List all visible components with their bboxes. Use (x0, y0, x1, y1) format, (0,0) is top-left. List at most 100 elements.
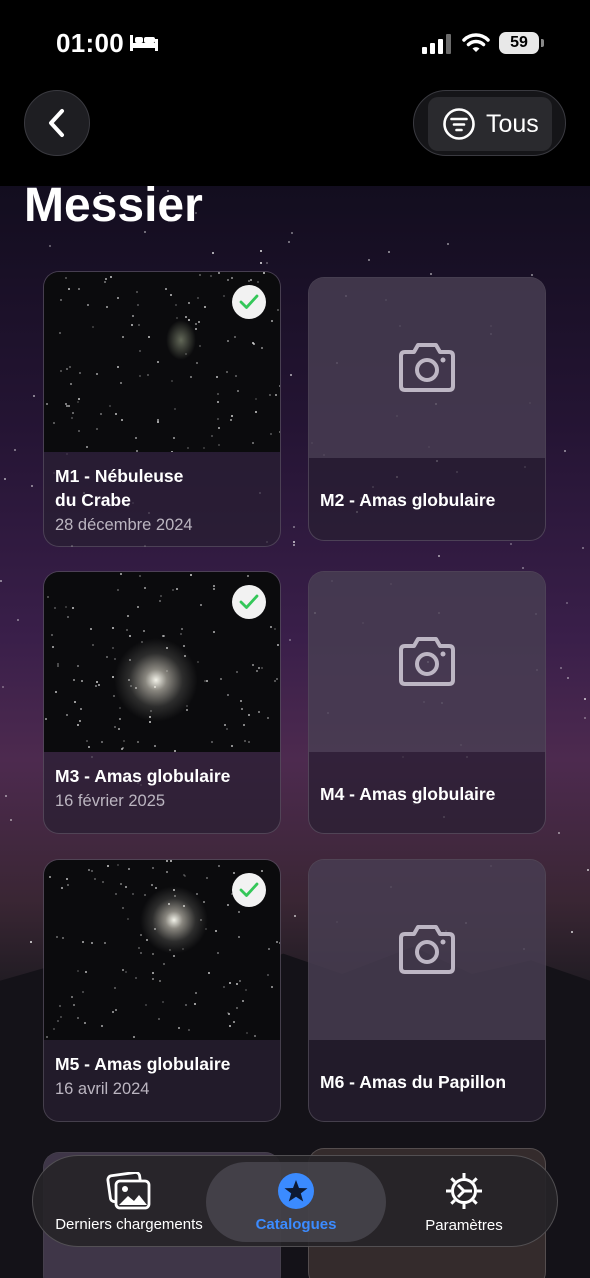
photo-star (57, 665, 60, 668)
photo-star (54, 606, 57, 609)
photo-star (135, 449, 138, 452)
photo-star (122, 969, 125, 972)
gear-icon (446, 1172, 482, 1209)
catalogue-card[interactable]: M2 - Amas globulaire (308, 277, 546, 541)
star (368, 259, 371, 262)
photo-star (185, 316, 188, 319)
photo-star (267, 973, 270, 976)
catalogue-card[interactable]: M5 - Amas globulaire 16 avril 2024 (43, 859, 281, 1122)
catalogue-card[interactable]: M1 - Nébuleuse du Crabe 28 décembre 2024 (43, 271, 281, 547)
photo-star (233, 1021, 236, 1024)
card-title: M5 - Amas globulaire (55, 1054, 231, 1074)
photo-star (212, 587, 215, 590)
photo-star (132, 314, 135, 317)
photo-star (183, 644, 186, 647)
photo-star (103, 281, 106, 284)
photo-star (76, 969, 79, 972)
photo-star (216, 401, 219, 404)
catalogue-card[interactable]: M4 - Amas globulaire (308, 571, 546, 834)
photo-star (85, 445, 88, 448)
photo-star (217, 426, 220, 429)
star (4, 477, 7, 480)
photo-star (145, 1004, 148, 1006)
star (581, 546, 584, 549)
photo-star (244, 740, 247, 743)
photo-star (81, 990, 84, 993)
card-date: 16 février 2025 (55, 792, 166, 810)
photo-star (48, 875, 51, 878)
photo-star (170, 860, 173, 863)
photo-star (76, 664, 79, 667)
photo-star (232, 871, 235, 874)
card-title: M6 - Amas du Papillon (320, 1072, 507, 1092)
photo-star (90, 627, 93, 630)
photo-star (60, 887, 63, 890)
photo-star (73, 701, 76, 704)
photo-star (67, 884, 70, 887)
photo-star (215, 929, 218, 932)
photo-star (73, 1003, 76, 1006)
star (387, 251, 390, 254)
photo-star (275, 678, 278, 681)
tab-parametres[interactable]: Paramètres (389, 1156, 539, 1248)
photo-star (137, 946, 140, 949)
filter-button-inner: Tous (428, 97, 552, 151)
photo-star (235, 1007, 238, 1010)
photo-star (122, 336, 125, 339)
photo-star (236, 983, 239, 986)
photo-star (197, 296, 200, 299)
photo-star (175, 316, 178, 319)
back-button[interactable] (24, 90, 90, 156)
catalogue-card[interactable]: M3 - Amas globulaire 16 février 2025 (43, 571, 281, 834)
photo-star (186, 447, 189, 450)
photo-star (138, 349, 141, 352)
photo-star (260, 666, 263, 669)
tab-catalogues[interactable]: Catalogues (206, 1162, 386, 1242)
photo-star (91, 644, 94, 647)
photo-star (199, 345, 202, 348)
star (289, 638, 292, 641)
photo-star (111, 647, 114, 650)
photo-star (150, 884, 153, 887)
photo-star (90, 942, 93, 944)
photo-star (226, 728, 229, 731)
photo-star (79, 707, 82, 710)
photo-star (257, 710, 260, 713)
photo-star (127, 868, 130, 871)
photo-star (103, 941, 106, 944)
photo-star (212, 585, 215, 588)
photo-star (88, 746, 91, 749)
photo-star (56, 936, 59, 939)
page-title: Messier (24, 179, 203, 232)
photo-star (137, 606, 140, 609)
star (571, 931, 574, 934)
photo-star (269, 394, 272, 397)
photo-star (67, 405, 70, 408)
photo-star (143, 629, 146, 632)
catalogue-card[interactable]: M6 - Amas du Papillon (308, 859, 546, 1122)
photo-star (94, 877, 97, 880)
photo-star (66, 877, 69, 880)
star (14, 448, 17, 451)
photo-star (64, 605, 67, 608)
cellular-signal-icon (422, 34, 451, 54)
star (446, 243, 449, 246)
filter-button[interactable]: Tous (413, 90, 566, 156)
photo-star (228, 1025, 231, 1028)
photo-star (69, 366, 72, 369)
photo-star (81, 940, 84, 943)
tab-derniers-chargements[interactable]: Derniers chargements (47, 1156, 211, 1248)
photo-star (241, 999, 244, 1002)
wifi-icon (462, 33, 490, 52)
photo-star (204, 305, 207, 308)
photo-star (50, 633, 53, 636)
photo-star (233, 336, 236, 339)
photo-star (126, 614, 129, 617)
photo-star (153, 745, 156, 748)
photo-star (270, 319, 273, 322)
photo-star (67, 288, 70, 291)
photo-star (72, 679, 75, 682)
photo-star (185, 1003, 188, 1006)
photo-star (147, 373, 150, 376)
photo-star (165, 288, 168, 291)
